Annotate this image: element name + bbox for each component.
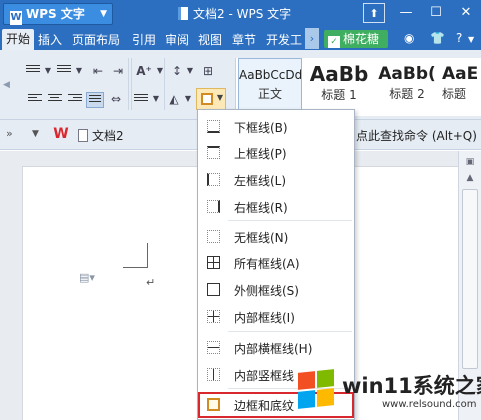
menu-item-all-borders[interactable]: 所有框线(A): [198, 250, 354, 276]
ruler-toggle-icon[interactable]: ▣: [463, 155, 477, 169]
shirt-icon[interactable]: 👕: [430, 31, 445, 45]
align-right-icon[interactable]: [68, 94, 82, 106]
tab-references[interactable]: 引用: [132, 31, 156, 48]
chevron-down-icon: ▼: [100, 9, 107, 19]
inside-horizontal-border-icon: [207, 341, 220, 354]
style-heading[interactable]: AaE 标题: [442, 58, 481, 116]
maximize-button[interactable]: ☐: [421, 3, 451, 23]
check-icon: ✓: [328, 36, 340, 48]
distributed-align-icon[interactable]: ⇔: [106, 90, 126, 108]
menu-divider: [228, 331, 352, 332]
chevron-down-icon[interactable]: ▼: [178, 90, 198, 108]
borders-and-shading-icon: [207, 398, 220, 411]
command-search[interactable]: 点此查找命令 (Alt+Q): [356, 127, 477, 144]
app-menu-button[interactable]: W WPS 文字 ▼: [3, 3, 113, 25]
chevron-down-icon[interactable]: ▼: [69, 62, 89, 80]
tab-insert[interactable]: 插入: [38, 31, 62, 48]
collapse-arrows-icon[interactable]: »: [6, 127, 13, 140]
ribbon-scroll-left-icon[interactable]: ◀: [3, 80, 10, 90]
menu-divider: [228, 220, 352, 221]
tab-document2[interactable]: 文档2: [78, 127, 124, 144]
title-bar: W WPS 文字 ▼ 文档2 - WPS 文字 ⬆ — ☐ ✕: [0, 0, 481, 27]
help-dropdown-icon[interactable]: ▼: [468, 35, 474, 44]
right-border-icon: [207, 200, 220, 213]
tab-view[interactable]: 视图: [198, 31, 222, 48]
window-title: 文档2 - WPS 文字: [178, 5, 291, 22]
menu-item-inside-borders[interactable]: 内部框线(I): [198, 304, 354, 330]
ribbon-divider: [131, 58, 132, 110]
windows-logo-icon: [298, 369, 336, 410]
menu-bar: 开始 插入 页面布局 引用 审阅 视图 章节 开发工 › ✓ 棉花糖 ◉ 👕 ? …: [0, 27, 481, 50]
all-borders-icon: [207, 256, 220, 269]
menu-item-inside-horizontal-border[interactable]: 内部横框线(H): [198, 335, 354, 361]
styles-gallery: AaBbCcDd 正文 AaBb 标题 1 AaBb( 标题 2 AaE 标题: [235, 58, 481, 116]
watermark-url: www.relsound.com: [382, 399, 477, 410]
menu-item-left-border[interactable]: 左框线(L): [198, 167, 354, 193]
help-icon[interactable]: ?: [456, 31, 462, 45]
table-grid-icon[interactable]: ⊞: [198, 62, 218, 80]
tab-home[interactable]: 开始: [2, 29, 35, 50]
document-icon: [178, 7, 188, 20]
increase-indent-icon[interactable]: ⇥: [108, 62, 128, 80]
menu-item-right-border[interactable]: 右框线(R): [198, 194, 354, 220]
margin-corner-mark: [123, 243, 148, 268]
menu-item-top-border[interactable]: 上框线(P): [198, 140, 354, 166]
bottom-border-icon: [207, 120, 220, 133]
scroll-thumb[interactable]: [462, 189, 478, 369]
align-left-icon[interactable]: [28, 94, 42, 106]
scroll-up-icon[interactable]: ▲: [463, 171, 477, 185]
chevron-down-icon[interactable]: ▼: [180, 62, 200, 80]
outside-borders-icon: [207, 283, 220, 296]
style-heading-2[interactable]: AaBb( 标题 2: [374, 58, 440, 116]
chevron-down-icon[interactable]: ▼: [146, 90, 166, 108]
wps-w-icon: W: [10, 11, 22, 25]
style-heading-1[interactable]: AaBb 标题 1: [306, 58, 372, 116]
minimize-button[interactable]: —: [391, 3, 421, 23]
ribbon-divider: [128, 58, 129, 110]
tab-review[interactable]: 审阅: [165, 31, 189, 48]
user-account-button[interactable]: ✓ 棉花糖: [324, 30, 388, 48]
align-center-icon[interactable]: [48, 94, 62, 106]
close-button[interactable]: ✕: [451, 3, 481, 23]
floating-layout-icon[interactable]: ▤▾: [79, 271, 95, 284]
restore-window-icon[interactable]: ⬆: [363, 3, 385, 23]
chevron-down-icon[interactable]: ▼: [38, 62, 58, 80]
app-name: WPS 文字: [26, 7, 85, 21]
chevron-down-icon: ▼: [216, 93, 223, 102]
top-border-icon: [207, 146, 220, 159]
menu-item-bottom-border[interactable]: 下框线(B): [198, 114, 354, 140]
style-normal[interactable]: AaBbCcDd 正文: [238, 58, 302, 116]
wps-logo-icon[interactable]: W: [52, 126, 70, 142]
window-controls: ⬆ — ☐ ✕: [363, 3, 481, 25]
paragraph-mark-icon: ↵: [146, 276, 156, 289]
menu-item-outside-borders[interactable]: 外侧框线(S): [198, 277, 354, 303]
border-icon: [201, 93, 213, 105]
borders-dropdown-button[interactable]: ▼: [196, 88, 226, 110]
decrease-indent-icon[interactable]: ⇤: [88, 62, 108, 80]
tab-page-layout[interactable]: 页面布局: [72, 31, 120, 48]
inside-vertical-border-icon: [207, 368, 220, 381]
chevron-down-icon[interactable]: ▼: [32, 129, 39, 139]
chevron-right-icon[interactable]: ›: [305, 28, 319, 49]
skin-icon[interactable]: ◉: [404, 31, 414, 45]
watermark-title: win11系统之家: [342, 374, 481, 398]
document-icon: [78, 129, 88, 142]
justify-icon[interactable]: [86, 92, 104, 108]
left-border-icon: [207, 173, 220, 186]
no-border-icon: [207, 230, 220, 243]
tab-developer[interactable]: 开发工: [266, 31, 302, 48]
inside-borders-icon: [207, 310, 220, 323]
tab-chapter[interactable]: 章节: [232, 31, 256, 48]
menu-item-no-border[interactable]: 无框线(N): [198, 224, 354, 250]
watermark: win11系统之家 www.relsound.com: [296, 368, 481, 420]
